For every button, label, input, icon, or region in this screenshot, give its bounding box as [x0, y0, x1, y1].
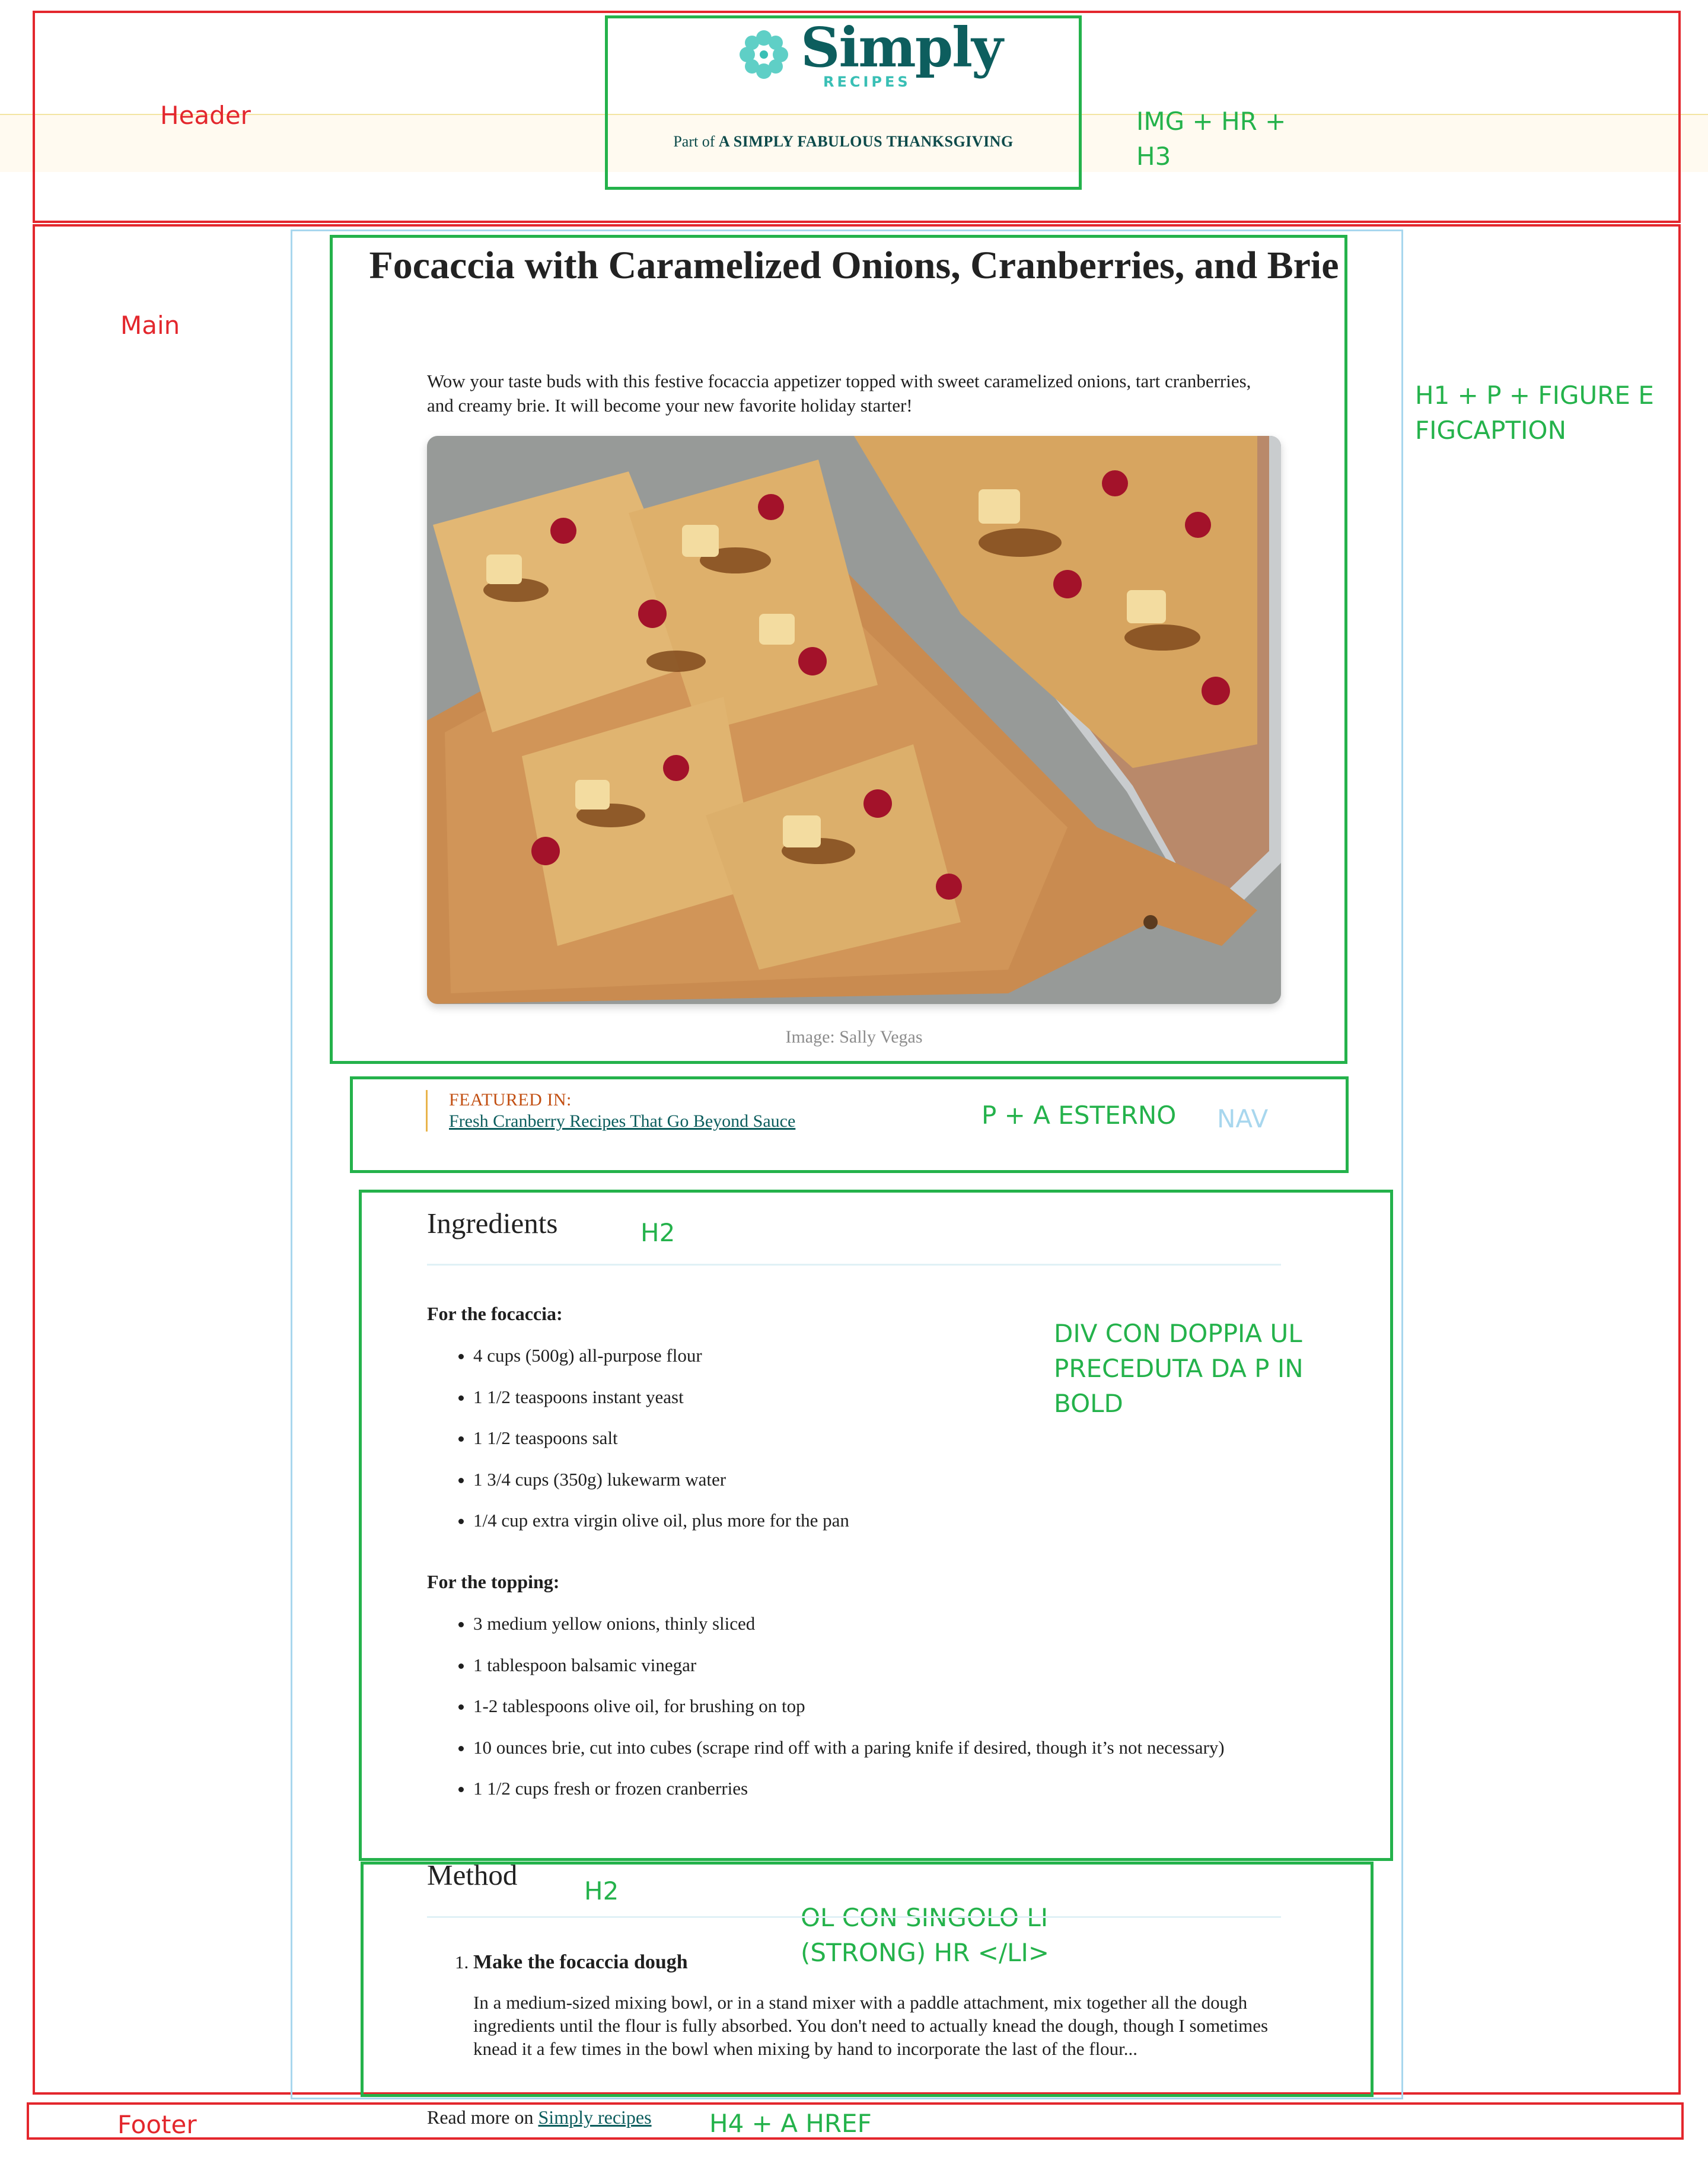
recipe-intro: Wow your taste buds with this festive fo…: [427, 371, 1251, 416]
focaccia-subheading: For the focaccia:: [427, 1303, 563, 1324]
ingredient-item: 4 cups (500g) all-purpose flour: [473, 1344, 1281, 1368]
main-note-line2: FIGCAPTION: [1415, 415, 1566, 445]
footer-note-annotation: H4 + A HREF: [709, 2109, 872, 2138]
header-annotation: Header: [160, 101, 251, 130]
ingredient-item: 1-2 tablespoons olive oil, for brushing …: [473, 1694, 1281, 1719]
focaccia-illustration: [427, 436, 1281, 1004]
method-divider: [427, 1916, 1281, 1918]
logo-subtitle: RECIPES: [823, 74, 911, 90]
featured-note-annotation: P + A ESTERNO: [982, 1101, 1177, 1130]
step-text: In a medium-sized mixing bowl, or in a s…: [473, 1992, 1269, 2059]
ingredient-item: 1 1/2 teaspoons instant yeast: [473, 1385, 1281, 1410]
flower-icon: [740, 30, 788, 79]
read-more-prefix: Read more on: [427, 2106, 534, 2128]
featured-in: FEATURED IN: Fresh Cranberry Recipes Tha…: [426, 1090, 795, 1132]
ingredient-item: 10 ounces brie, cut into cubes (scrape r…: [473, 1736, 1281, 1760]
focaccia-ingredient-list: 4 cups (500g) all-purpose flour 1 1/2 te…: [427, 1344, 1281, 1550]
part-of-title[interactable]: A SIMPLY FABULOUS THANKSGIVING: [719, 133, 1014, 150]
ingredient-item: 1 tablespoon balsamic vinegar: [473, 1653, 1281, 1678]
method-h2-annotation: H2: [584, 1876, 619, 1905]
topping-subheading: For the topping:: [427, 1571, 560, 1592]
ingredient-item: 3 medium yellow onions, thinly sliced: [473, 1612, 1281, 1636]
ingredient-item: 1 1/2 teaspoons salt: [473, 1426, 1281, 1451]
simply-recipes-logo[interactable]: Simply RECIPES: [734, 15, 1003, 93]
main-note-line1: H1 + P + FIGURE E: [1415, 381, 1654, 410]
ingredient-item: 1 1/2 cups fresh or frozen cranberries: [473, 1777, 1281, 1801]
recipe-photo: [427, 436, 1281, 1004]
main-note-annotation: H1 + P + FIGURE E FIGCAPTION: [1415, 378, 1654, 448]
part-of-prefix: Part of: [673, 133, 715, 150]
method-step: Make the focaccia dough In a medium-size…: [473, 1951, 1327, 2060]
image-caption: Image: Sally Vegas: [785, 1027, 923, 1047]
footer-annotation: Footer: [117, 2110, 197, 2139]
part-of-text: Part of A SIMPLY FABULOUS THANKSGIVING: [605, 133, 1082, 151]
topping-ingredient-list: 3 medium yellow onions, thinly sliced 1 …: [427, 1612, 1281, 1818]
read-more: Read more on Simply recipes: [427, 2106, 652, 2128]
logo-wordmark: Simply: [801, 15, 1003, 79]
method-heading: Method: [427, 1859, 518, 1891]
main-annotation: Main: [120, 311, 180, 340]
method-steps: Make the focaccia dough In a medium-size…: [427, 1951, 1327, 2060]
featured-link[interactable]: Fresh Cranberry Recipes That Go Beyond S…: [449, 1111, 795, 1132]
ingredient-item: 1 3/4 cups (350g) lukewarm water: [473, 1468, 1281, 1492]
header-note-annotation: IMG + HR + H3: [1136, 104, 1286, 174]
recipe-title: Focaccia with Caramelized Onions, Cranbe…: [369, 244, 1339, 287]
header-note-line2: H3: [1136, 141, 1171, 171]
ingredients-divider: [427, 1264, 1281, 1266]
step-title: Make the focaccia dough: [473, 1951, 688, 1973]
header-note-line1: IMG + HR +: [1136, 107, 1286, 136]
ingredient-item: 1/4 cup extra virgin olive oil, plus mor…: [473, 1509, 1281, 1533]
read-more-link[interactable]: Simply recipes: [538, 2106, 652, 2128]
ingredients-h2-annotation: H2: [640, 1218, 675, 1247]
nav-annotation: NAV: [1217, 1104, 1269, 1133]
ingredients-heading: Ingredients: [427, 1207, 558, 1239]
featured-label: FEATURED IN:: [449, 1090, 572, 1110]
